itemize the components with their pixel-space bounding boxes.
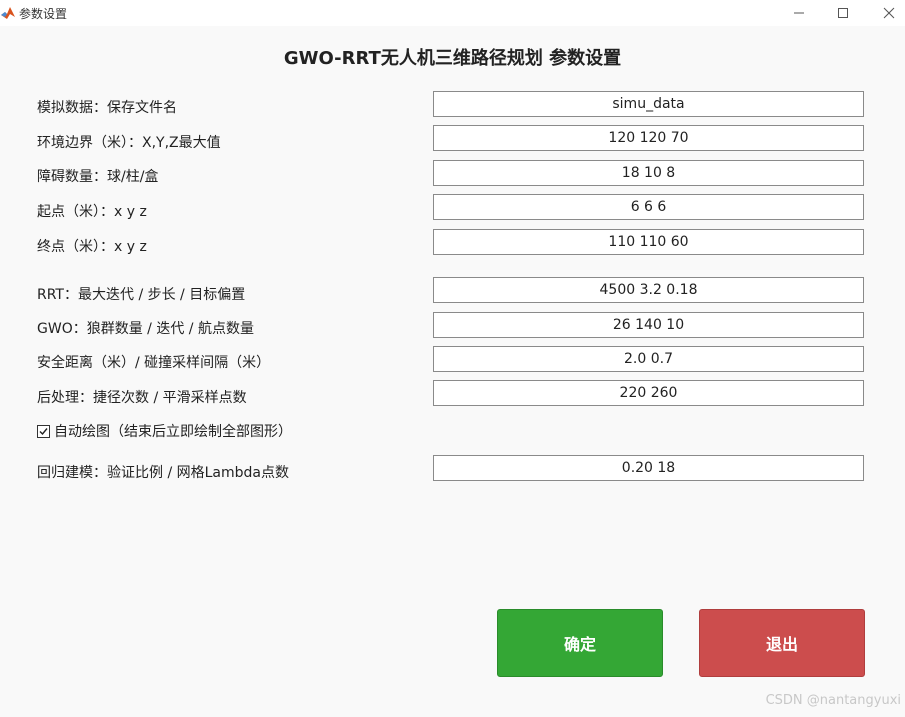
label-start-point: 起点（米）：x y z [37,204,147,220]
close-button[interactable] [866,0,905,26]
matlab-app-icon [1,5,15,19]
maximize-icon [838,8,848,18]
label-postprocess: 后处理：捷径次数 / 平滑采样点数 [37,390,247,406]
ok-button[interactable]: 确定 [497,609,663,677]
autoplot-option[interactable]: 自动绘图（结束后立即绘制全部图形） [37,422,292,440]
label-save-filename: 模拟数据：保存文件名 [37,100,177,116]
label-env-bounds: 环境边界（米）：X,Y,Z最大值 [37,135,221,151]
maximize-button[interactable] [820,0,866,26]
autoplot-label: 自动绘图（结束后立即绘制全部图形） [54,424,292,440]
end-point-input[interactable] [433,229,864,255]
regression-input[interactable] [433,455,864,481]
minimize-icon [794,12,804,14]
exit-button[interactable]: 退出 [699,609,865,677]
label-end-point: 终点（米）：x y z [37,239,147,255]
label-gwo-params: GWO：狼群数量 / 迭代 / 航点数量 [37,321,254,337]
close-icon [883,7,895,19]
postprocess-input[interactable] [433,380,864,406]
label-rrt-params: RRT：最大迭代 / 步长 / 目标偏置 [37,287,246,303]
save-filename-input[interactable] [433,91,864,117]
label-regression: 回归建模：验证比例 / 网格Lambda点数 [37,465,289,481]
label-safety-distance: 安全距离（米）/ 碰撞采样间隔（米） [37,355,271,371]
safety-distance-input[interactable] [433,346,864,372]
page-title: GWO-RRT无人机三维路径规划 参数设置 [283,48,622,69]
obstacle-count-input[interactable] [433,160,864,186]
gwo-params-input[interactable] [433,312,864,338]
settings-window: 参数设置 GWO-RRT无人机三维路径规划 参数设置 模拟数据：保存文件名 环境… [0,0,905,717]
window-title: 参数设置 [19,7,68,21]
minimize-button[interactable] [776,0,822,26]
label-obstacle-count: 障碍数量：球/柱/盒 [37,169,159,185]
start-point-input[interactable] [433,194,864,220]
checkmark-icon [39,427,48,435]
env-bounds-input[interactable] [433,125,864,151]
autoplot-checkbox[interactable] [37,424,50,438]
rrt-params-input[interactable] [433,277,864,303]
watermark: CSDN @nantangyuxi [765,693,901,708]
title-bar: 参数设置 [0,0,905,26]
